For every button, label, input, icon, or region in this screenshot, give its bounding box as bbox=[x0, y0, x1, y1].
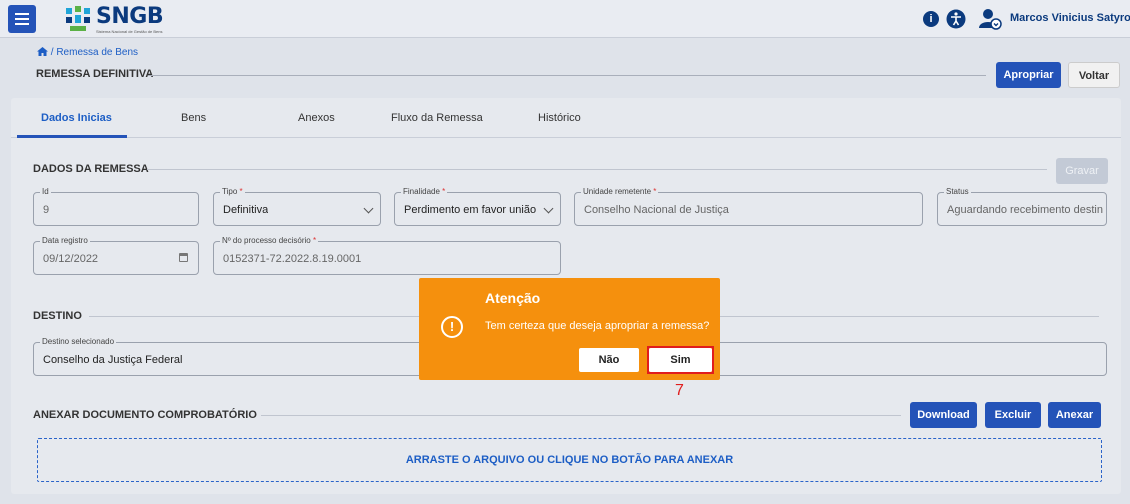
calendar-icon bbox=[179, 253, 188, 262]
tab-bens[interactable]: Bens bbox=[181, 112, 206, 124]
excluir-button[interactable]: Excluir bbox=[985, 402, 1041, 428]
home-icon[interactable] bbox=[37, 47, 48, 56]
step-number-annotation: 7 bbox=[675, 382, 684, 399]
destino-title: DESTINO bbox=[33, 310, 82, 322]
breadcrumb: / Remessa de Bens bbox=[37, 47, 138, 58]
status-value: Aguardando recebimento destin bbox=[947, 204, 1103, 216]
finalidade-value: Perdimento em favor união bbox=[404, 204, 537, 216]
unidade-remetente-field: Unidade remetente * Conselho Nacional de… bbox=[574, 187, 923, 226]
hamburger-menu-icon[interactable] bbox=[8, 5, 36, 33]
data-registro-field: Data registro 09/12/2022 bbox=[33, 236, 199, 275]
id-value: 9 bbox=[43, 204, 50, 216]
user-avatar-icon[interactable] bbox=[978, 8, 1002, 30]
unidade-remetente-label: Unidade remetente * bbox=[581, 187, 659, 196]
chevron-down-icon bbox=[363, 203, 374, 214]
processo-decisorio-field: Nº do processo decisório * 0152371-72.20… bbox=[213, 236, 561, 275]
destino-value: Conselho da Justiça Federal bbox=[43, 354, 183, 366]
id-field: Id 9 bbox=[33, 187, 199, 226]
anexar-button[interactable]: Anexar bbox=[1048, 402, 1101, 428]
file-dropzone[interactable]: ARRASTE O ARQUIVO OU CLIQUE NO BOTÃO PAR… bbox=[37, 438, 1102, 482]
data-registro-value: 09/12/2022 bbox=[43, 253, 99, 265]
sim-button-highlight bbox=[647, 346, 714, 374]
status-label: Status bbox=[944, 187, 971, 196]
status-field: Status Aguardando recebimento destin bbox=[937, 187, 1107, 226]
unidade-remetente-value: Conselho Nacional de Justiça bbox=[584, 204, 729, 216]
id-label: Id bbox=[40, 187, 51, 196]
page-title: REMESSA DEFINITIVA bbox=[36, 68, 154, 80]
apropriar-button[interactable]: Apropriar bbox=[996, 62, 1061, 88]
tipo-value: Definitiva bbox=[223, 204, 269, 216]
finalidade-select[interactable]: Finalidade * Perdimento em favor união bbox=[394, 187, 561, 226]
tab-fluxo-remessa[interactable]: Fluxo da Remessa bbox=[391, 112, 483, 124]
processo-decisorio-value: 0152371-72.2022.8.19.0001 bbox=[223, 253, 362, 265]
dados-remessa-divider bbox=[147, 169, 1047, 170]
breadcrumb-remessa-link[interactable]: / Remessa de Bens bbox=[51, 47, 138, 58]
tab-bar: Dados Inicias Bens Anexos Fluxo da Remes… bbox=[11, 98, 1121, 138]
sngb-logo: SNGB Sistema Nacional de Gestão de Bens bbox=[66, 4, 176, 34]
logo-mark-icon bbox=[66, 6, 90, 31]
dialog-message: Tem certeza que deseja apropriar a remes… bbox=[485, 320, 710, 332]
logo-text: SNGB bbox=[96, 4, 164, 29]
tab-dados-iniciais[interactable]: Dados Inicias bbox=[41, 112, 112, 124]
chevron-down-icon bbox=[543, 203, 554, 214]
active-tab-indicator bbox=[17, 135, 127, 138]
nao-button[interactable]: Não bbox=[579, 348, 639, 372]
finalidade-label: Finalidade * bbox=[401, 187, 448, 196]
user-name[interactable]: Marcos Vinicius Satyro C... bbox=[1010, 12, 1130, 24]
dialog-title: Atenção bbox=[485, 290, 541, 306]
warning-icon: ! bbox=[441, 316, 463, 338]
download-button[interactable]: Download bbox=[910, 402, 977, 428]
title-divider bbox=[148, 75, 986, 76]
accessibility-icon[interactable] bbox=[946, 9, 966, 29]
dados-remessa-title: DADOS DA REMESSA bbox=[33, 163, 149, 175]
logo-subtitle: Sistema Nacional de Gestão de Bens bbox=[96, 29, 163, 34]
tab-anexos[interactable]: Anexos bbox=[298, 112, 335, 124]
top-bar: SNGB Sistema Nacional de Gestão de Bens … bbox=[0, 0, 1130, 38]
info-icon[interactable]: i bbox=[923, 11, 939, 27]
tipo-select[interactable]: Tipo * Definitiva bbox=[213, 187, 381, 226]
anexar-title: ANEXAR DOCUMENTO COMPROBATÓRIO bbox=[33, 409, 257, 421]
gravar-button[interactable]: Gravar bbox=[1056, 158, 1108, 184]
processo-decisorio-label: Nº do processo decisório * bbox=[220, 236, 319, 245]
anexar-divider bbox=[261, 415, 901, 416]
destino-label: Destino selecionado bbox=[40, 337, 117, 346]
data-registro-label: Data registro bbox=[40, 236, 90, 245]
tipo-label: Tipo * bbox=[220, 187, 245, 196]
tab-historico[interactable]: Histórico bbox=[538, 112, 581, 124]
voltar-button[interactable]: Voltar bbox=[1068, 62, 1120, 88]
